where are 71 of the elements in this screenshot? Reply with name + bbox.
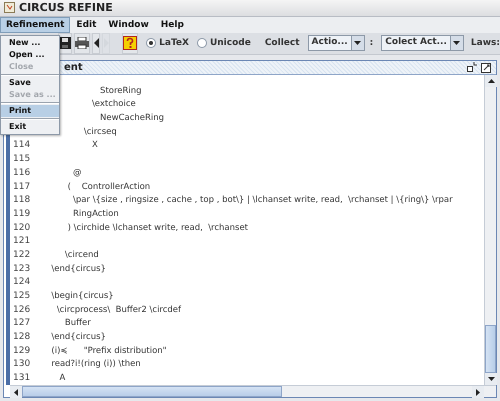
scroll-thumb[interactable] — [22, 386, 282, 397]
laws-label: Laws: — [470, 38, 500, 48]
code-line: RingAction — [73, 208, 119, 219]
help-icon — [123, 36, 138, 50]
line-number: 123 — [13, 264, 30, 274]
line-number: 114 — [13, 140, 30, 150]
radio-button[interactable]: LaTeX — [146, 38, 189, 48]
code-line: \begin{circus} — [51, 291, 114, 302]
scroll-left-icon[interactable] — [14, 388, 18, 396]
minimize-icon[interactable] — [467, 62, 477, 72]
line-number: 131 — [13, 373, 30, 384]
line-number: 118 — [13, 195, 30, 206]
code-line: ( ControllerAction — [68, 182, 150, 192]
left-arrow-icon — [94, 38, 99, 48]
line-number: 130 — [13, 359, 30, 370]
code-line: ) \circhide \lchanset write, read, \rchanset — [68, 222, 248, 233]
code-line: @ — [73, 168, 82, 178]
menu-item[interactable]: Open ... — [1, 49, 59, 61]
maximize-icon[interactable] — [481, 62, 492, 73]
code-line: X — [92, 140, 98, 150]
code-line: read?i!(ring (i)) \then — [51, 359, 141, 370]
menu-item[interactable]: Save — [1, 77, 59, 89]
line-number: 115 — [13, 154, 30, 164]
line-number: 126 — [13, 304, 30, 315]
code-line: \end{circus} — [51, 332, 106, 342]
dropdown-arrow-icon — [453, 41, 460, 46]
line-number: 125 — [13, 291, 30, 302]
code-line: \circend — [64, 250, 99, 260]
line-number: 117 — [13, 182, 30, 192]
scroll-up-icon[interactable] — [488, 78, 494, 83]
line-number: 128 — [13, 332, 30, 342]
line-number: 122 — [13, 250, 30, 260]
collect-label: Collect — [264, 38, 300, 48]
code-line: \extchoice — [92, 99, 136, 110]
scroll-thumb[interactable] — [485, 325, 496, 373]
collect-action-dropdown[interactable]: Colect Act... — [381, 35, 464, 52]
line-number: 119 — [13, 208, 30, 219]
code-line: \circseq — [84, 126, 117, 137]
app-icon — [4, 2, 15, 14]
code-line: StoreRing — [100, 86, 142, 96]
line-number: 124 — [13, 277, 30, 288]
code-line: Buffer — [64, 318, 91, 328]
code-line: (i)≼ "Prefix distribution" — [51, 346, 167, 356]
window-title: CIRCUS REFINE — [19, 1, 113, 14]
line-number: 121 — [13, 236, 30, 246]
line-number: 116 — [13, 168, 30, 178]
printer-icon — [75, 37, 89, 50]
menu-title[interactable]: Edit — [70, 16, 102, 33]
line-number: 120 — [13, 222, 30, 233]
document-title: ent — [64, 62, 83, 73]
menu-title[interactable]: Refinement — [0, 16, 70, 33]
menu-title[interactable]: Help — [154, 16, 190, 33]
action-dropdown[interactable]: Actio... — [308, 35, 365, 52]
scroll-right-icon[interactable] — [476, 388, 480, 396]
menu-item[interactable]: Exit — [1, 121, 59, 133]
colon-label: : — [370, 38, 374, 48]
radio-button[interactable]: Unicode — [196, 38, 251, 48]
dropdown-arrow-icon — [354, 41, 362, 46]
menu-item[interactable]: Print — [1, 105, 59, 117]
line-number: 129 — [13, 346, 30, 356]
code-line: A — [60, 373, 66, 384]
menu-item[interactable]: New ... — [1, 37, 59, 49]
menu-title[interactable]: Window — [102, 16, 155, 33]
code-line: \circprocess\ Buffer2 \circdef — [56, 304, 182, 315]
code-line: \par \{size , ringsize , cache , top , bot\} | \lchanset write, read, \rchanset | \{ring\} \rpar — [73, 195, 453, 206]
code-line: NewCacheRing — [100, 113, 164, 124]
scroll-down-icon[interactable] — [488, 377, 494, 381]
code-line: \end{circus} — [51, 264, 106, 274]
toolbar-button[interactable] — [92, 32, 100, 54]
line-number: 127 — [13, 318, 30, 328]
toolbar-button[interactable] — [74, 32, 90, 54]
